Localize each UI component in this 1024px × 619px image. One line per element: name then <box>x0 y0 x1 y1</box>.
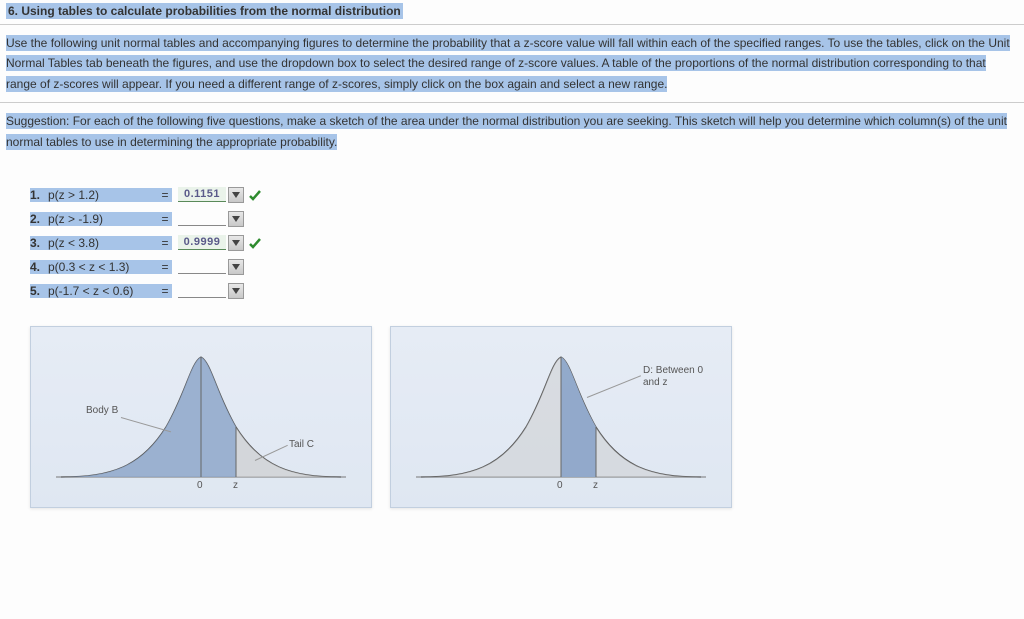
answer-value <box>178 259 226 274</box>
axis-zero-label: 0 <box>557 480 563 491</box>
mark-placeholder <box>246 258 264 276</box>
equals-sign: = <box>158 284 172 298</box>
between-annotation-line2: and z <box>643 377 703 389</box>
question-row-2: 2. p(z > -1.9) = <box>30 208 1018 230</box>
question-number: 4. <box>30 260 48 274</box>
question-label: p(z > -1.9) <box>48 212 158 226</box>
section-title-row: 6. Using tables to calculate probabiliti… <box>0 0 1024 25</box>
figures-row: 0 z Body B Tail C 0 z D: Between 0 and z <box>0 316 1024 528</box>
question-label: p(0.3 < z < 1.3) <box>48 260 158 274</box>
question-label: p(z < 3.8) <box>48 236 158 250</box>
tail-c-annotation: Tail C <box>289 439 314 450</box>
body-b-annotation: Body B <box>86 405 118 416</box>
figure-body-tail: 0 z Body B Tail C <box>30 326 372 508</box>
chevron-down-icon[interactable] <box>228 187 244 203</box>
answer-value: 0.1151 <box>178 187 226 202</box>
suggestion-text: Suggestion: For each of the following fi… <box>6 113 1007 149</box>
chevron-down-icon[interactable] <box>228 211 244 227</box>
question-number: 3. <box>30 236 48 250</box>
question-row-3: 3. p(z < 3.8) = 0.9999 <box>30 232 1018 254</box>
between-annotation-line1: D: Between 0 <box>643 365 703 377</box>
question-label: p(z > 1.2) <box>48 188 158 202</box>
answer-dropdown-3[interactable]: 0.9999 <box>178 235 244 251</box>
equals-sign: = <box>158 236 172 250</box>
correct-check-icon <box>246 186 264 204</box>
instructions-text: Use the following unit normal tables and… <box>6 35 1010 92</box>
between-annotation: D: Between 0 and z <box>643 365 703 389</box>
question-number: 1. <box>30 188 48 202</box>
answer-value <box>178 283 226 298</box>
answer-value <box>178 211 226 226</box>
instructions-paragraph: Use the following unit normal tables and… <box>0 25 1024 103</box>
answer-dropdown-4[interactable] <box>178 259 244 275</box>
questions-list: 1. p(z > 1.2) = 0.1151 2. p(z > -1.9) = <box>0 160 1024 316</box>
axis-z-label: z <box>593 480 598 491</box>
chevron-down-icon[interactable] <box>228 283 244 299</box>
correct-check-icon <box>246 234 264 252</box>
equals-sign: = <box>158 260 172 274</box>
answer-dropdown-5[interactable] <box>178 283 244 299</box>
answer-value: 0.9999 <box>178 235 226 250</box>
chevron-down-icon[interactable] <box>228 235 244 251</box>
axis-zero-label: 0 <box>197 480 203 491</box>
mark-placeholder <box>246 210 264 228</box>
question-number: 2. <box>30 212 48 226</box>
chevron-down-icon[interactable] <box>228 259 244 275</box>
mark-placeholder <box>246 282 264 300</box>
question-row-4: 4. p(0.3 < z < 1.3) = <box>30 256 1018 278</box>
question-number: 5. <box>30 284 48 298</box>
answer-dropdown-2[interactable] <box>178 211 244 227</box>
question-row-1: 1. p(z > 1.2) = 0.1151 <box>30 184 1018 206</box>
answer-dropdown-1[interactable]: 0.1151 <box>178 187 244 203</box>
question-label: p(-1.7 < z < 0.6) <box>48 284 158 298</box>
question-row-5: 5. p(-1.7 < z < 0.6) = <box>30 280 1018 302</box>
figure-between: 0 z D: Between 0 and z <box>390 326 732 508</box>
equals-sign: = <box>158 212 172 226</box>
equals-sign: = <box>158 188 172 202</box>
suggestion-paragraph: Suggestion: For each of the following fi… <box>0 103 1024 160</box>
axis-z-label: z <box>233 480 238 491</box>
section-title: 6. Using tables to calculate probabiliti… <box>6 3 403 19</box>
